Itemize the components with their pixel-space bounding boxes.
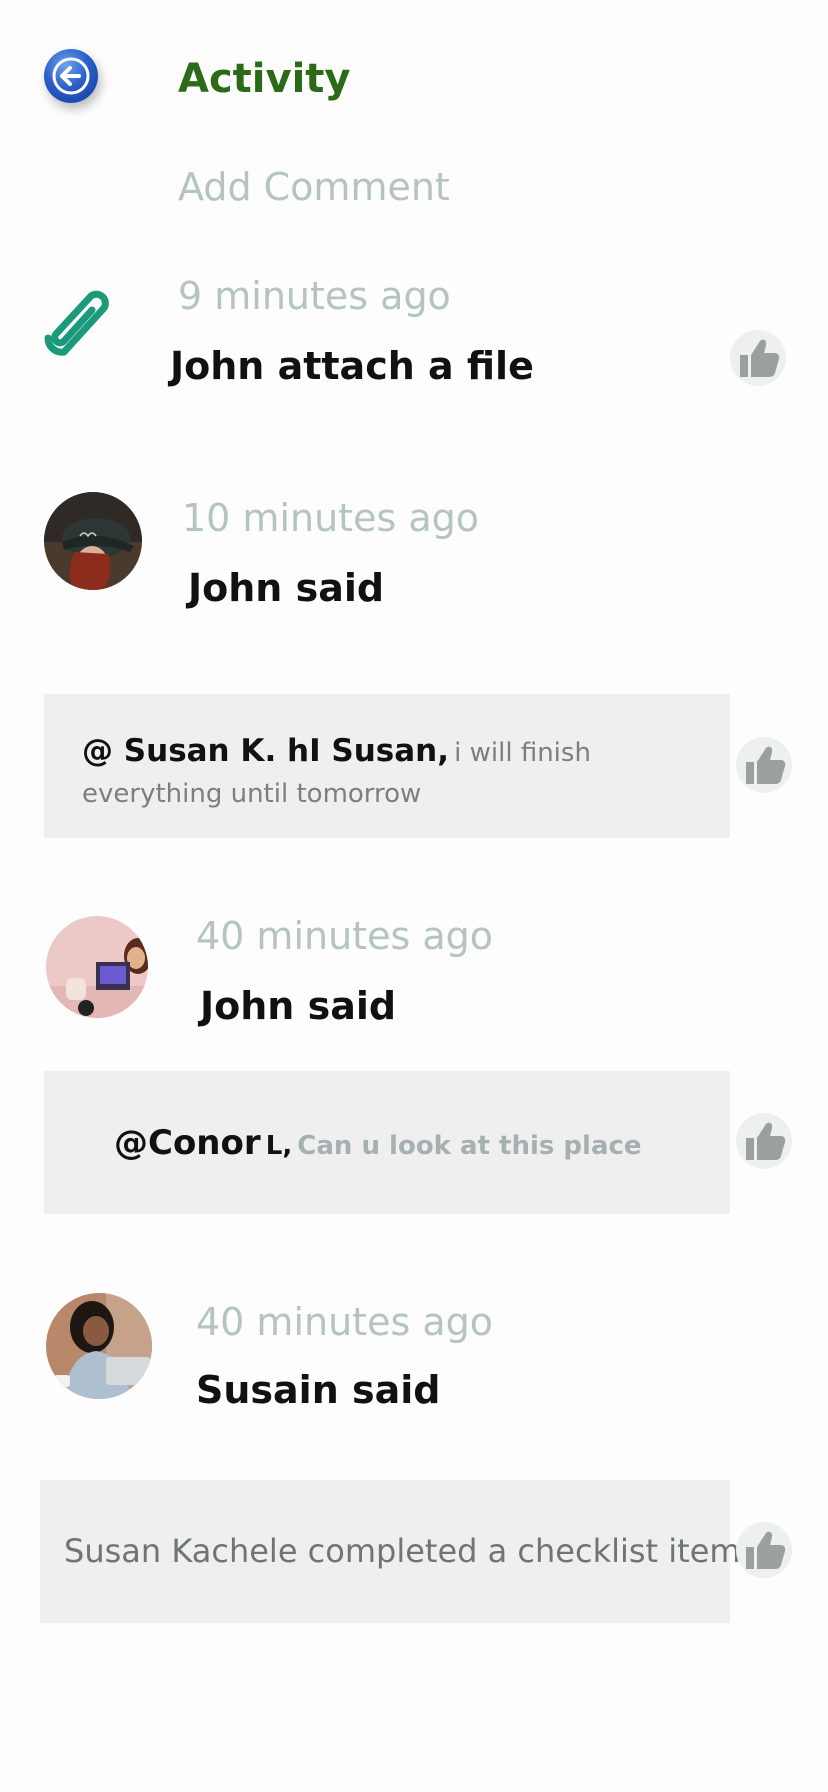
thumbs-up-icon [746, 746, 786, 784]
comment-mention-suffix: L, [265, 1131, 293, 1161]
activity-action: Susain said [196, 1368, 441, 1412]
activity-time: 9 minutes ago [178, 274, 451, 318]
comment-box: @Conor L, Can u look at this place [44, 1071, 730, 1214]
comment-mention: @ Susan K. hI Susan, [82, 733, 450, 769]
page-title: Activity [178, 56, 351, 102]
like-button[interactable] [730, 330, 786, 386]
activity-action: John said [200, 984, 397, 1028]
thumbs-up-icon [740, 339, 780, 377]
like-button[interactable] [736, 1522, 792, 1578]
comment-text: @ Susan K. hI Susan, i will finish every… [82, 732, 702, 816]
paperclip-icon [44, 290, 109, 356]
like-button[interactable] [736, 737, 792, 793]
activity-action: John attach a file [170, 344, 534, 388]
arrow-left-icon [52, 57, 90, 95]
activity-time: 10 minutes ago [182, 496, 479, 540]
comment-box: Susan Kachele completed a checklist item [40, 1480, 741, 1623]
avatar [44, 492, 142, 590]
back-button[interactable] [44, 49, 98, 103]
like-button[interactable] [736, 1113, 792, 1169]
comment-body: Susan Kachele completed a checklist item [64, 1532, 741, 1570]
activity-time: 40 minutes ago [196, 1300, 493, 1344]
comment-box: @ Susan K. hI Susan, i will finish every… [44, 694, 730, 838]
activity-action: John said [188, 566, 385, 610]
avatar [46, 1293, 152, 1399]
comment-body: Can u look at this place [297, 1131, 642, 1161]
activity-time: 40 minutes ago [196, 914, 493, 958]
activity-item-attachment: 9 minutes ago John attach a file [0, 270, 828, 420]
avatar [46, 916, 148, 1018]
comment-text: @Conor L, Can u look at this place [114, 1123, 642, 1169]
thumbs-up-icon [746, 1122, 786, 1160]
add-comment-input[interactable]: Add Comment [178, 163, 450, 211]
thumbs-up-icon [746, 1531, 786, 1569]
comment-mention: @Conor [114, 1123, 261, 1163]
